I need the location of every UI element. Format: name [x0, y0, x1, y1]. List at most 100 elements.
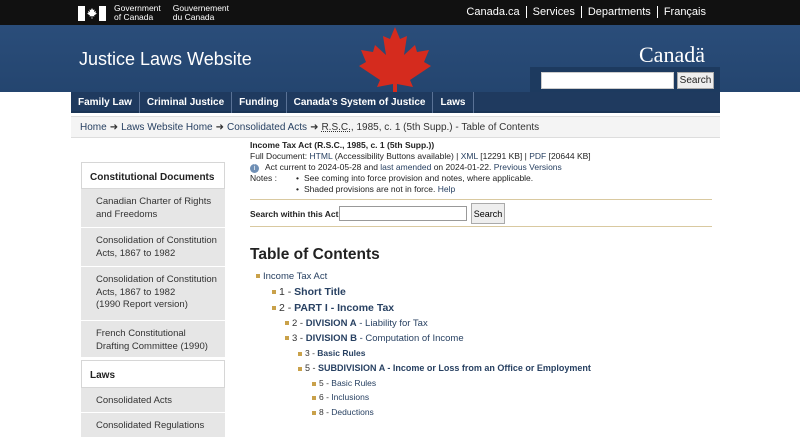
- toc-link-division-b[interactable]: DIVISION B: [306, 333, 357, 344]
- toc-link-subdivision-a[interactable]: SUBDIVISION A: [318, 363, 385, 373]
- link-departments[interactable]: Departments: [580, 6, 657, 18]
- bullet-icon: [285, 321, 289, 326]
- toc-link-subdivision-a-title[interactable]: - Income or Loss from an Office or Emplo…: [385, 363, 591, 373]
- top-bar: Government of Canada Gouvernement du Can…: [0, 0, 800, 25]
- bullet-icon: [312, 410, 316, 415]
- note-coming-into-force: See coming into force provision and note…: [296, 173, 533, 184]
- breadcrumb-consolidated-acts[interactable]: Consolidated Acts: [227, 122, 307, 133]
- toc-link-income-tax-act[interactable]: Income Tax Act: [263, 271, 327, 282]
- sidebar-item-charter[interactable]: Canadian Charter of Rights and Freedoms: [81, 189, 225, 228]
- canada-flag-icon: [78, 5, 106, 21]
- toc-prefix: 5 -: [319, 378, 332, 388]
- toc-prefix: 2 -: [279, 302, 295, 314]
- html-note: (Accessibility Buttons available) |: [332, 151, 461, 161]
- bullet-icon: [312, 381, 316, 386]
- act-details: Income Tax Act (R.S.C., 1985, c. 1 (5th …: [250, 140, 720, 227]
- toc-row: 3 - Basic Rules: [298, 348, 365, 358]
- gov-name-en: Government of Canada: [114, 3, 161, 22]
- link-services[interactable]: Services: [525, 6, 581, 18]
- search-within-act: Search within this Act: Search: [250, 199, 712, 227]
- bullet-icon: [285, 336, 289, 341]
- toc-row: 2 - PART I - Income Tax: [272, 302, 394, 314]
- toc-title: Table of Contents: [250, 246, 380, 263]
- maple-leaf-icon: [359, 27, 431, 95]
- toc-prefix: 1 -: [279, 286, 295, 298]
- sidebar-item-drafting-committee[interactable]: French Constitutional Drafting Committee…: [81, 321, 225, 358]
- notes-label: Notes :: [250, 173, 277, 183]
- nav-system-of-justice[interactable]: Canada's System of Justice: [287, 92, 434, 113]
- toc-row: 3 - DIVISION B - Computation of Income: [285, 333, 464, 344]
- toc-prefix: 3 -: [292, 333, 306, 344]
- arrow-right-icon: ➜: [215, 122, 224, 133]
- gov-name-fr: Gouvernement du Canada: [172, 3, 230, 22]
- site-title[interactable]: Justice Laws Website: [79, 49, 252, 70]
- link-xml[interactable]: XML: [461, 151, 478, 161]
- breadcrumb-home[interactable]: Home: [80, 122, 107, 133]
- pdf-size: [20644 KB]: [546, 151, 591, 161]
- canada-wordmark: Canadä: [639, 42, 705, 67]
- bullet-icon: [256, 274, 260, 279]
- search-within-label: Search within this Act:: [250, 209, 342, 219]
- link-previous-versions[interactable]: Previous Versions: [494, 162, 562, 172]
- link-francais[interactable]: Français: [656, 6, 712, 18]
- toc-link-division-a-title[interactable]: - Liability for Tax: [357, 318, 427, 329]
- nav-funding[interactable]: Funding: [232, 92, 287, 113]
- toc-row: 5 - SUBDIVISION A - Income or Loss from …: [298, 363, 591, 373]
- nav-family-law[interactable]: Family Law: [71, 92, 140, 113]
- nav-laws[interactable]: Laws: [433, 92, 474, 113]
- site-search: Search: [530, 67, 720, 92]
- breadcrumb-rsc: R.S.C.: [321, 122, 351, 133]
- link-pdf[interactable]: PDF: [529, 151, 546, 161]
- notes: Notes : See coming into force provision …: [250, 173, 720, 195]
- search-within-button[interactable]: Search: [471, 203, 505, 224]
- search-within-input[interactable]: [339, 206, 467, 221]
- sidebar: Constitutional Documents Canadian Charte…: [81, 162, 225, 438]
- sidebar-heading-laws[interactable]: Laws: [81, 360, 225, 388]
- link-canada-ca[interactable]: Canada.ca: [460, 6, 525, 18]
- sidebar-item-constitution-acts[interactable]: Consolidation of Constitution Acts, 1867…: [81, 228, 225, 267]
- xml-size: [12291 KB] |: [477, 151, 530, 161]
- toc-prefix: 2 -: [292, 318, 306, 329]
- toc-link-deductions[interactable]: Deductions: [331, 407, 374, 417]
- toc-prefix: 8 -: [319, 407, 332, 417]
- toc-row: 8 - Deductions: [312, 407, 374, 417]
- nav-criminal-justice[interactable]: Criminal Justice: [140, 92, 233, 113]
- toc-link-basic-rules-5[interactable]: Basic Rules: [331, 378, 376, 388]
- full-doc-label: Full Document:: [250, 151, 310, 161]
- note-shaded-text: Shaded provisions are not in force.: [303, 184, 438, 194]
- breadcrumb: Home ➜ Laws Website Home ➜ Consolidated Acts…: [71, 116, 720, 138]
- sidebar-item-consolidated-acts[interactable]: Consolidated Acts: [81, 388, 225, 413]
- sidebar-item-consolidated-regulations[interactable]: Consolidated Regulations: [81, 413, 225, 438]
- bullet-icon: [298, 366, 302, 371]
- site-search-button[interactable]: Search: [677, 72, 714, 89]
- toc-link-division-b-title[interactable]: - Computation of Income: [357, 333, 464, 344]
- toc-prefix: 6 -: [319, 392, 332, 402]
- bullet-icon: [298, 351, 302, 356]
- arrow-right-icon: ➜: [310, 122, 319, 133]
- bullet-icon: [272, 290, 276, 295]
- toc-link-basic-rules[interactable]: Basic Rules: [317, 348, 365, 358]
- toc-row: Income Tax Act: [256, 271, 327, 282]
- toc-link-short-title[interactable]: Short Title: [294, 286, 346, 298]
- toc-row: 1 - Short Title: [272, 286, 346, 298]
- full-document-line: Full Document: HTML (Accessibility Butto…: [250, 151, 720, 162]
- sidebar-item-constitution-acts-1990[interactable]: Consolidation of Constitution Acts, 1867…: [81, 267, 225, 321]
- note-shaded: Shaded provisions are not in force. Help: [296, 184, 533, 195]
- toc-link-division-a[interactable]: DIVISION A: [306, 318, 357, 329]
- toc-link-inclusions[interactable]: Inclusions: [331, 392, 369, 402]
- bullet-icon: [272, 306, 276, 311]
- arrow-right-icon: ➜: [109, 122, 119, 133]
- current-text: Act current to 2024-05-28 and: [265, 162, 381, 172]
- breadcrumb-laws-home[interactable]: Laws Website Home: [121, 122, 213, 133]
- link-help[interactable]: Help: [438, 184, 455, 194]
- government-of-canada-logo[interactable]: Government of Canada Gouvernement du Can…: [78, 4, 229, 22]
- site-banner: Justice Laws Website Canadä Search: [0, 25, 800, 95]
- site-search-input[interactable]: [541, 72, 674, 89]
- breadcrumb-current: , 1985, c. 1 (5th Supp.) - Table of Cont…: [350, 122, 540, 133]
- toc-link-part-i[interactable]: PART I - Income Tax: [294, 302, 394, 314]
- link-html[interactable]: HTML: [310, 151, 333, 161]
- act-title: Income Tax Act (R.S.C., 1985, c. 1 (5th …: [250, 140, 435, 150]
- sidebar-heading-constitutional[interactable]: Constitutional Documents: [81, 162, 225, 189]
- link-last-amended[interactable]: last amended: [380, 162, 431, 172]
- toc-prefix: 3 -: [305, 348, 318, 358]
